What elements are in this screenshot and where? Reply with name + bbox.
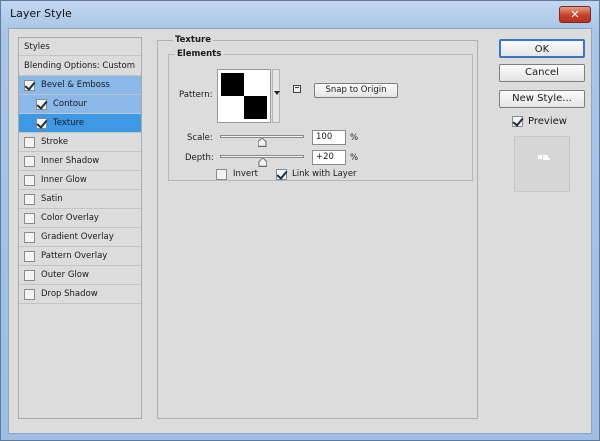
pattern-overlay-checkbox[interactable]	[24, 251, 35, 262]
link-with-layer-checkbox[interactable]	[276, 169, 287, 180]
scale-label: Scale:	[187, 133, 213, 143]
style-item-outer-glow[interactable]: Outer Glow	[19, 266, 141, 285]
dialog-body: Styles Blending Options: Custom Bevel & …	[8, 28, 592, 434]
style-item-inner-glow[interactable]: Inner Glow	[19, 171, 141, 190]
snap-to-origin-button[interactable]: Snap to Origin	[314, 83, 398, 98]
styles-header[interactable]: Styles	[19, 38, 141, 56]
preview-label: Preview	[528, 116, 567, 127]
color-overlay-checkbox[interactable]	[24, 213, 35, 224]
texture-panel: Texture Elements Pattern: Snap to Origin…	[157, 35, 478, 419]
preview-checkbox[interactable]	[512, 116, 523, 127]
pattern-square	[244, 96, 267, 119]
inner-glow-checkbox[interactable]	[24, 175, 35, 186]
layer-style-dialog: Layer Style ✕ Styles Blending Options: C…	[0, 0, 600, 441]
elements-group-title: Elements	[175, 49, 224, 59]
gradient-overlay-checkbox[interactable]	[24, 232, 35, 243]
style-preview-thumbnail	[514, 136, 570, 192]
texture-group-title: Texture	[173, 35, 213, 45]
scale-slider-thumb[interactable]	[257, 137, 267, 147]
elements-group: Elements Pattern: Snap to Origin Scale: …	[168, 49, 473, 181]
close-icon: ✕	[570, 8, 580, 21]
title-bar[interactable]: Layer Style ✕	[1, 1, 599, 27]
style-item-drop-shadow[interactable]: Drop Shadow	[19, 285, 141, 304]
style-item-gradient-overlay[interactable]: Gradient Overlay	[19, 228, 141, 247]
pattern-label: Pattern:	[179, 90, 213, 100]
depth-slider-thumb[interactable]	[258, 157, 268, 167]
invert-label: Invert	[233, 169, 258, 179]
style-item-stroke[interactable]: Stroke	[19, 133, 141, 152]
contour-checkbox[interactable]	[36, 99, 47, 110]
drop-shadow-checkbox[interactable]	[24, 289, 35, 300]
new-preset-icon[interactable]	[293, 85, 301, 93]
depth-slider-track[interactable]	[220, 155, 304, 158]
window-title: Layer Style	[10, 7, 72, 20]
preview-image	[538, 155, 550, 160]
style-item-satin[interactable]: Satin	[19, 190, 141, 209]
link-with-layer-label: Link with Layer	[292, 169, 357, 179]
chevron-down-icon[interactable]	[272, 69, 280, 123]
scale-unit: %	[350, 133, 359, 143]
style-item-color-overlay[interactable]: Color Overlay	[19, 209, 141, 228]
texture-checkbox[interactable]	[36, 118, 47, 129]
inner-shadow-checkbox[interactable]	[24, 156, 35, 167]
outer-glow-checkbox[interactable]	[24, 270, 35, 281]
style-item-contour[interactable]: Contour	[19, 95, 141, 114]
pattern-square	[244, 73, 267, 96]
style-item-inner-shadow[interactable]: Inner Shadow	[19, 152, 141, 171]
scale-input[interactable]: 100	[312, 130, 346, 145]
pattern-swatch[interactable]	[217, 69, 271, 123]
ok-button[interactable]: OK	[499, 39, 585, 58]
depth-label: Depth:	[185, 153, 214, 163]
cancel-button[interactable]: Cancel	[499, 64, 585, 82]
style-item-bevel-emboss[interactable]: Bevel & Emboss	[19, 76, 141, 95]
style-item-pattern-overlay[interactable]: Pattern Overlay	[19, 247, 141, 266]
style-item-texture[interactable]: Texture	[19, 114, 141, 133]
new-style-button[interactable]: New Style...	[499, 90, 585, 108]
styles-panel: Styles Blending Options: Custom Bevel & …	[18, 37, 142, 419]
satin-checkbox[interactable]	[24, 194, 35, 205]
invert-checkbox[interactable]	[216, 169, 227, 180]
bevel-emboss-checkbox[interactable]	[24, 80, 35, 91]
pattern-square	[221, 73, 244, 96]
depth-unit: %	[350, 153, 359, 163]
stroke-checkbox[interactable]	[24, 137, 35, 148]
close-button[interactable]: ✕	[559, 6, 591, 23]
depth-input[interactable]: +20	[312, 150, 346, 165]
blending-options-item[interactable]: Blending Options: Custom	[19, 57, 141, 76]
pattern-square	[221, 96, 244, 119]
